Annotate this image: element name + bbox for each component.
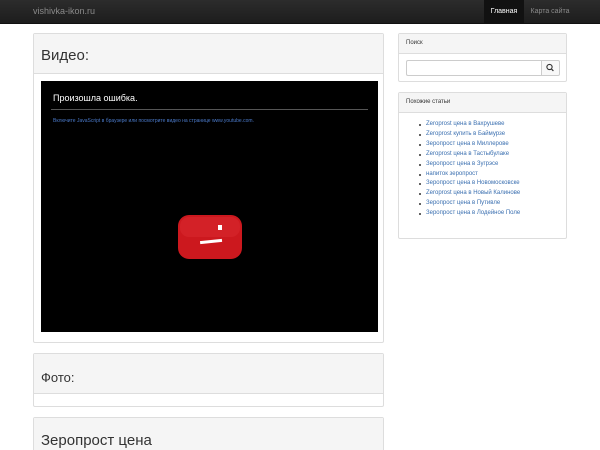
photo-panel-header: Фото:: [34, 354, 383, 394]
similar-article-link[interactable]: Зеропрост цена в Миллерове: [419, 140, 520, 150]
similar-article-link[interactable]: Zeroprost купить в Баймурзе: [419, 130, 520, 140]
search-panel: Поиск: [398, 33, 567, 82]
similar-article-link[interactable]: Зеропрост цена в Новомосковске: [419, 179, 520, 189]
youtube-sad-face-icon: [178, 215, 242, 259]
video-heading: Видео:: [41, 47, 89, 64]
video-error-title: Произошла ошибка.: [53, 93, 138, 103]
nav-home-link[interactable]: Главная: [484, 0, 524, 24]
similar-articles-panel: Похожие статьи Zeroprost цена в Вахрушев…: [398, 92, 567, 239]
similar-articles-list: Zeroprost цена в Вахрушеве Zeroprost куп…: [419, 120, 520, 219]
similar-articles-header: Похожие статьи: [399, 93, 566, 113]
photo-heading: Фото:: [41, 370, 75, 385]
video-panel-header: Видео:: [34, 34, 383, 74]
similar-articles-title: Похожие статьи: [406, 99, 451, 105]
similar-article-link[interactable]: Зеропрост цена в Зугрэсе: [419, 160, 520, 170]
similar-article-link[interactable]: напиток зеропрост: [419, 170, 520, 180]
similar-article-link[interactable]: Зеропрост цена в Путивле: [419, 199, 520, 209]
similar-article-link[interactable]: Zeroprost цена в Вахрушеве: [419, 120, 520, 130]
similar-article-link[interactable]: Зеропрост цена в Лодейное Поле: [419, 209, 520, 219]
search-icon: [546, 63, 554, 72]
video-panel: Видео: Произошла ошибка. Включите JavaSc…: [33, 33, 384, 343]
content-panel-header: Зеропрост цена: [34, 418, 383, 450]
site-brand-link[interactable]: vishivka-ikon.ru: [33, 6, 95, 16]
video-player[interactable]: Произошла ошибка. Включите JavaScript в …: [41, 81, 378, 332]
video-error-divider: [51, 109, 368, 110]
search-panel-header: Поиск: [399, 34, 566, 54]
search-button[interactable]: [541, 60, 560, 76]
similar-article-link[interactable]: Zeroprost цена в Тастыбулаке: [419, 150, 520, 160]
search-input[interactable]: [406, 60, 541, 76]
photo-panel: Фото:: [33, 353, 384, 407]
content-panel: Зеропрост цена: [33, 417, 384, 450]
nav-sitemap-link[interactable]: Карта сайта: [526, 0, 574, 24]
similar-article-link[interactable]: Zeroprost цена в Новый Калинове: [419, 189, 520, 199]
top-navbar: vishivka-ikon.ru Главная Карта сайта: [0, 0, 600, 24]
video-error-message[interactable]: Включите JavaScript в браузере или посмо…: [53, 118, 254, 124]
content-heading: Зеропрост цена: [41, 432, 152, 449]
search-title: Поиск: [406, 40, 423, 46]
